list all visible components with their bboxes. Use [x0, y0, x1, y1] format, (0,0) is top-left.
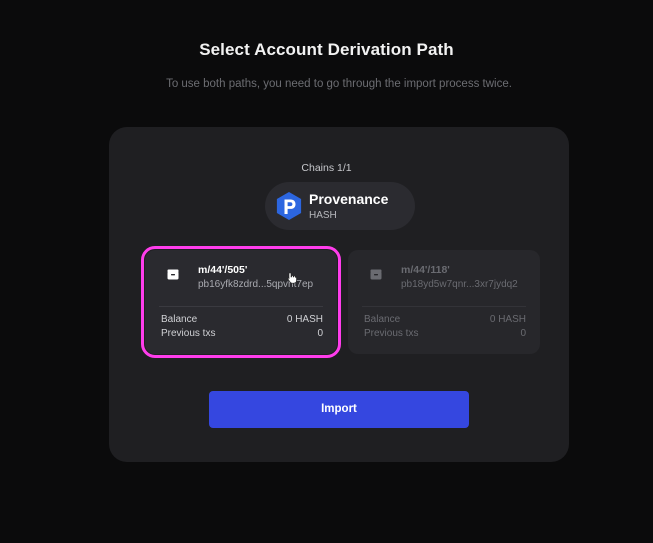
- chain-selector[interactable]: Provenance HASH: [265, 182, 415, 230]
- wallet-icon: [370, 269, 382, 280]
- balance-value: 0 HASH: [286, 314, 323, 325]
- account-option-m44-118[interactable]: m/44'/118' pb18yd5w7qnr...3xr7jydq2 Bala…: [348, 250, 540, 354]
- page-subtitle: To use both paths, you need to go throug…: [166, 78, 512, 90]
- divider: [362, 306, 526, 307]
- balance-label: Balance: [161, 314, 198, 325]
- import-button[interactable]: Import: [209, 391, 469, 428]
- previous-txs-value: 0: [317, 328, 323, 339]
- previous-txs-label: Previous txs: [364, 328, 419, 339]
- hand-cursor-icon: [287, 272, 297, 284]
- previous-txs-value: 0: [520, 328, 526, 339]
- divider: [159, 306, 323, 307]
- page-title: Select Account Derivation Path: [199, 40, 454, 59]
- chains-counter: Chains 1/1: [301, 162, 352, 174]
- balance-value: 0 HASH: [489, 314, 526, 325]
- account-address: pb18yd5w7qnr...3xr7jydq2: [401, 279, 518, 290]
- chain-name: Provenance: [309, 191, 389, 207]
- account-option-m44-505[interactable]: m/44'/505' pb16yfk8zdrd...5qpvht7ep Bala…: [141, 246, 341, 358]
- provenance-logo-icon: [276, 192, 302, 220]
- account-path: m/44'/118': [401, 264, 450, 276]
- page: Select Account Derivation Path To use bo…: [0, 0, 653, 543]
- account-path: m/44'/505': [198, 264, 248, 276]
- previous-txs-label: Previous txs: [161, 328, 216, 339]
- balance-label: Balance: [364, 314, 401, 325]
- chain-ticker: HASH: [309, 210, 337, 221]
- wallet-icon: [167, 269, 179, 280]
